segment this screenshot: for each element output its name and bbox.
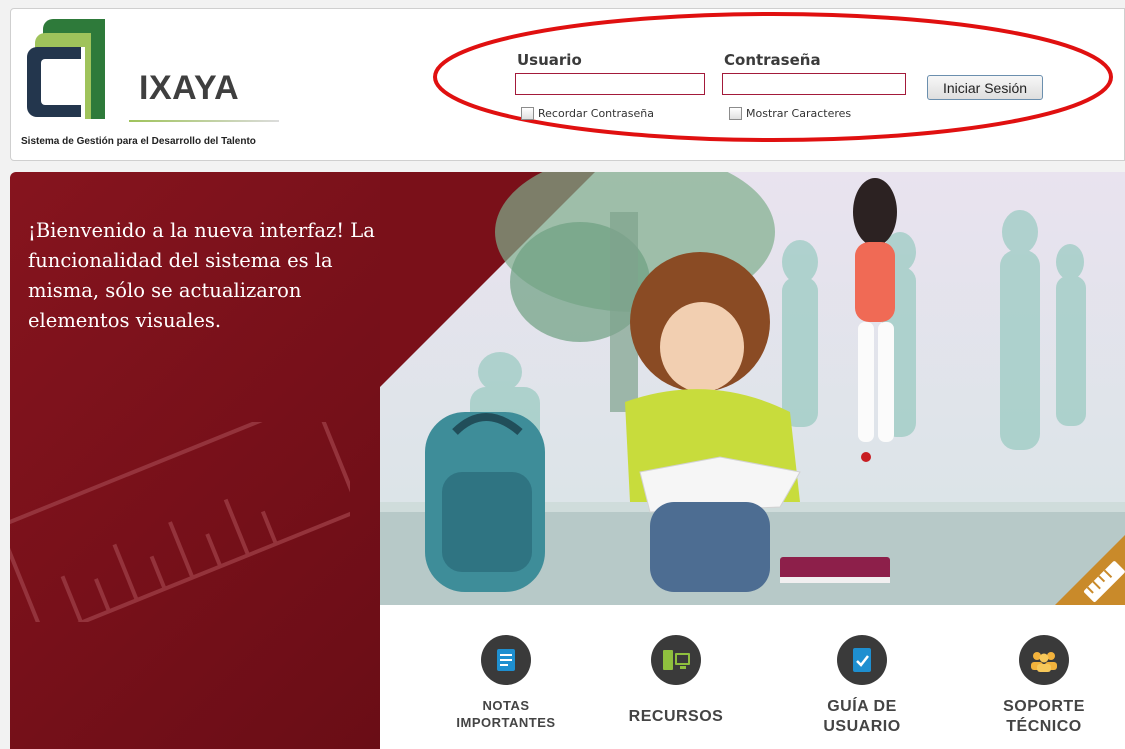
- header: IXAYA Sistema de Gestión para el Desarro…: [10, 8, 1125, 161]
- resources-icon: [651, 635, 701, 685]
- show-characters-label: Mostrar Caracteres: [746, 107, 852, 120]
- remember-password-label: Recordar Contraseña: [538, 107, 654, 120]
- menu-item-notas[interactable]: NOTAS IMPORTANTES: [436, 635, 576, 731]
- user-guide-icon: [837, 635, 887, 685]
- menu-label-soporte: SOPORTE TÉCNICO: [1003, 698, 1085, 735]
- remember-password-checkbox[interactable]: [521, 107, 534, 120]
- remember-password-checkbox-row[interactable]: Recordar Contraseña: [521, 107, 654, 120]
- password-label: Contraseña: [724, 51, 821, 69]
- menu-item-guia[interactable]: GUÍA DE USUARIO: [792, 635, 932, 737]
- username-input[interactable]: [515, 73, 705, 95]
- backpack: [425, 412, 545, 592]
- login-button[interactable]: Iniciar Sesión: [927, 75, 1043, 100]
- show-characters-checkbox-row[interactable]: Mostrar Caracteres: [729, 107, 851, 120]
- password-input[interactable]: [722, 73, 906, 95]
- menu-item-soporte[interactable]: SOPORTE TÉCNICO: [974, 635, 1114, 737]
- support-icon: [1019, 635, 1069, 685]
- welcome-panel: ¡Bienvenido a la nueva interfaz! La func…: [10, 172, 380, 749]
- menu-label-notas: NOTAS IMPORTANTES: [456, 698, 556, 730]
- notes-icon: [481, 635, 531, 685]
- welcome-message: ¡Bienvenido a la nueva interfaz! La func…: [28, 219, 375, 332]
- brand-name: IXAYA: [139, 69, 240, 107]
- menu-label-guia: GUÍA DE USUARIO: [823, 698, 901, 735]
- ixaya-logo: [27, 19, 115, 119]
- hero-banner: ¡Bienvenido a la nueva interfaz! La func…: [10, 172, 1125, 749]
- ruler-decoration: [10, 422, 350, 622]
- ruler-badge-icon: [1055, 535, 1125, 605]
- show-characters-checkbox[interactable]: [729, 107, 742, 120]
- quick-links-menu: NOTAS IMPORTANTES RECURSOS GUÍA DE USUAR…: [380, 605, 1125, 749]
- student-illustration: [380, 172, 1125, 605]
- username-label: Usuario: [517, 51, 582, 69]
- menu-item-recursos[interactable]: RECURSOS: [606, 635, 746, 737]
- brand-tagline: Sistema de Gestión para el Desarrollo de…: [21, 136, 256, 147]
- login-page: IXAYA Sistema de Gestión para el Desarro…: [0, 0, 1125, 749]
- menu-label-recursos: RECURSOS: [628, 708, 724, 725]
- brand-underline: [129, 120, 279, 122]
